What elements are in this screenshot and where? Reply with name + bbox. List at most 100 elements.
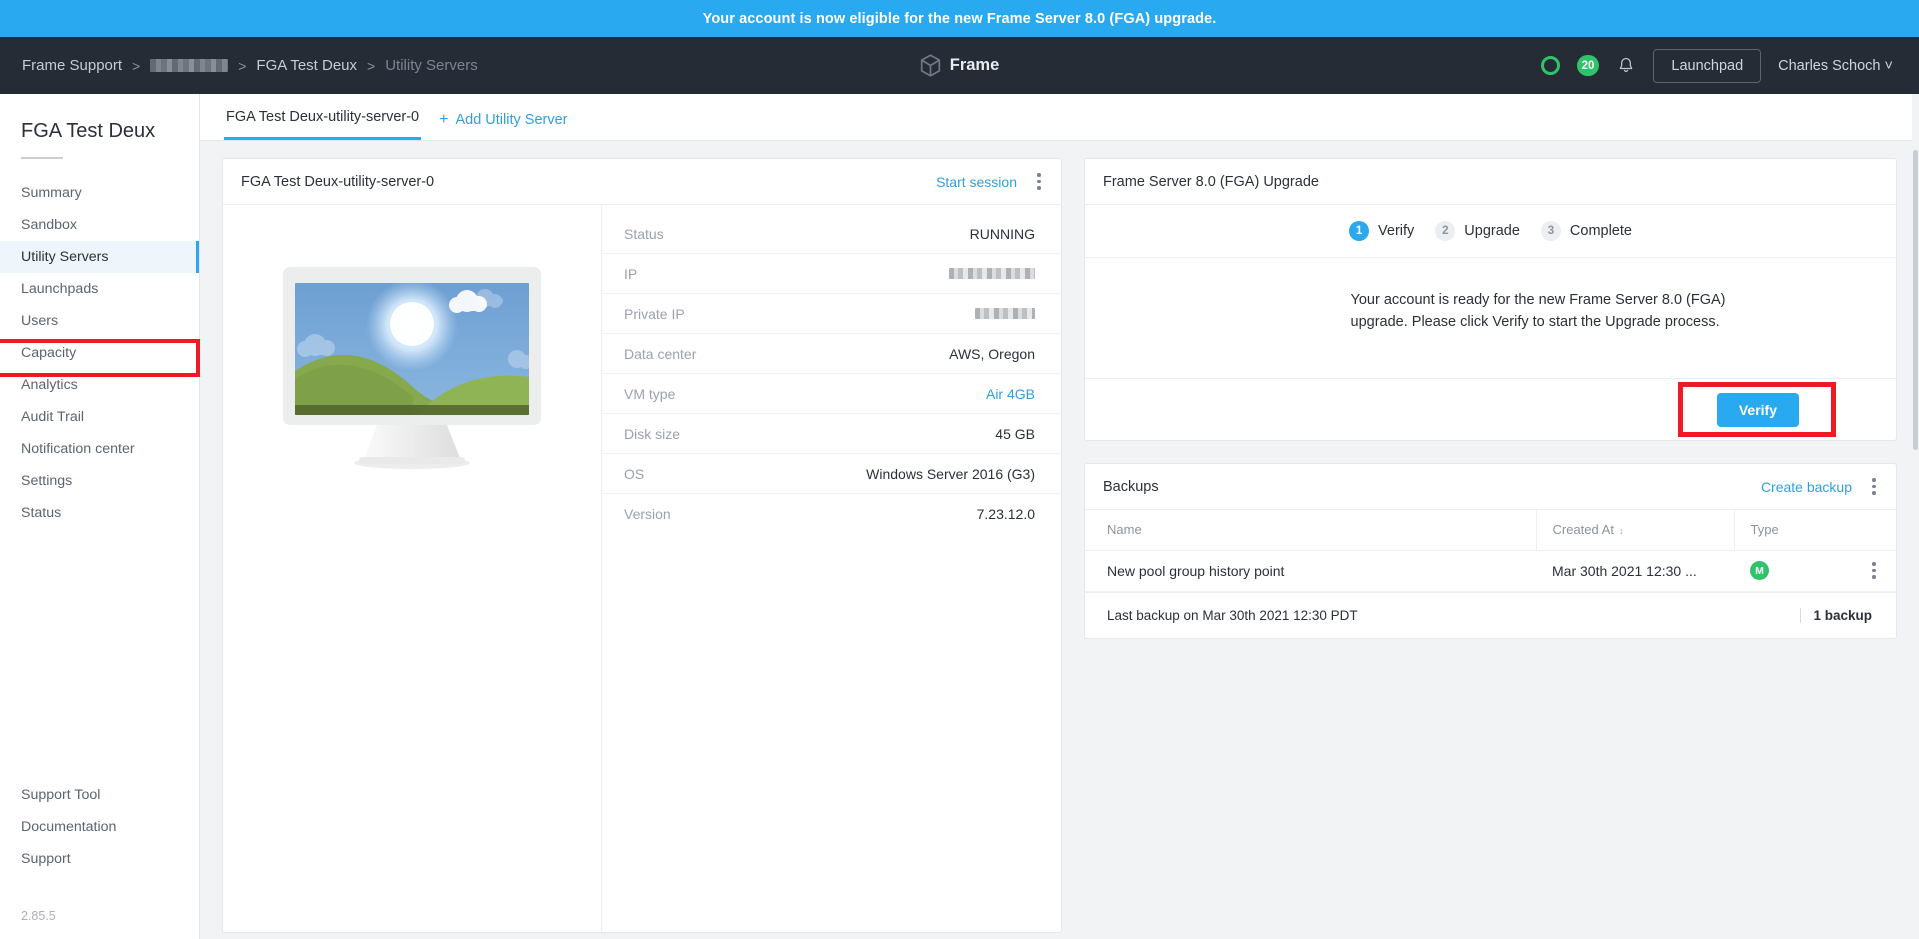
backups-table: Name Created At ↕ Type New pool group his… <box>1085 510 1896 592</box>
backups-card-actions: Create backup <box>1761 478 1882 496</box>
breadcrumb-item-frame-support[interactable]: Frame Support <box>22 57 122 74</box>
step-upgrade[interactable]: 2 Upgrade <box>1429 221 1526 241</box>
sidebar-item-sandbox[interactable]: Sandbox <box>0 209 199 241</box>
cube-icon <box>920 54 940 77</box>
backup-row-kebab-icon[interactable] <box>1866 562 1882 580</box>
table-row[interactable]: New pool group history point Mar 30th 20… <box>1085 550 1896 592</box>
spec-row-version: Version 7.23.12.0 <box>602 494 1061 534</box>
sidebar-item-launchpads[interactable]: Launchpads <box>0 273 199 305</box>
status-ring-icon[interactable] <box>1540 56 1560 75</box>
breadcrumb-separator: > <box>132 57 141 74</box>
sidebar-title: FGA Test Deux <box>21 120 156 142</box>
sidebar-item-notification-center[interactable]: Notification center <box>0 433 199 465</box>
spec-value: 7.23.12.0 <box>976 506 1035 522</box>
sidebar-item-summary[interactable]: Summary <box>0 177 199 209</box>
app-shell: FGA Test Deux Summary Sandbox Utility Se… <box>0 94 1919 939</box>
sidebar-item-settings[interactable]: Settings <box>0 465 199 497</box>
scrollbar-thumb[interactable] <box>1913 150 1918 450</box>
step-number: 1 <box>1349 221 1370 241</box>
column-header-actions <box>1844 510 1896 551</box>
breadcrumb-separator: > <box>238 57 247 74</box>
backups-card-header: Backups Create backup <box>1085 464 1896 510</box>
sidebar-item-support[interactable]: Support <box>0 843 199 875</box>
user-name: Charles Schoch <box>1778 57 1881 74</box>
server-card-title: FGA Test Deux-utility-server-0 <box>241 173 435 190</box>
spec-key: VM type <box>624 385 676 402</box>
step-verify[interactable]: 1 Verify <box>1343 221 1420 241</box>
upgrade-instruction-text: Your account is ready for the new Frame … <box>1350 292 1726 330</box>
breadcrumb-item-redacted[interactable] <box>150 59 229 72</box>
top-header-bar: Frame Support > > FGA Test Deux > Utilit… <box>0 37 1919 94</box>
server-thumbnail <box>223 205 601 932</box>
breadcrumb-item-fga-test-deux[interactable]: FGA Test Deux <box>256 57 357 74</box>
right-column: Frame Server 8.0 (FGA) Upgrade 1 Verify … <box>1084 158 1897 639</box>
sort-caret-icon: ↕ <box>1618 526 1624 537</box>
add-utility-server-button[interactable]: + Add Utility Server <box>439 112 567 140</box>
sidebar-item-capacity[interactable]: Capacity <box>0 337 199 369</box>
bell-icon[interactable] <box>1616 56 1636 76</box>
spec-row-status: Status RUNNING <box>602 214 1061 254</box>
brand-name: Frame <box>949 56 1000 74</box>
server-spec-list: Status RUNNING IP Private IP Data center… <box>601 205 1061 932</box>
sidebar-version-label: 2.85.5 <box>21 909 56 923</box>
spec-key: Disk size <box>624 425 681 442</box>
spec-value: RUNNING <box>969 225 1035 242</box>
announcement-text: Your account is now eligible for the new… <box>702 10 1217 27</box>
server-card-header: FGA Test Deux-utility-server-0 Start ses… <box>223 159 1061 205</box>
user-menu[interactable]: Charles Schoch ˅ <box>1778 58 1893 74</box>
launchpad-button[interactable]: Launchpad <box>1653 48 1762 83</box>
backups-card-kebab-icon[interactable] <box>1866 478 1882 496</box>
footer-divider <box>1800 607 1802 623</box>
frame-logo: Frame <box>875 54 1045 77</box>
spec-value-vm-type-link[interactable]: Air 4GB <box>986 386 1035 402</box>
sidebar-item-support-tool[interactable]: Support Tool <box>0 779 199 811</box>
spec-key: Private IP <box>624 305 685 322</box>
spec-key: OS <box>624 465 645 482</box>
breadcrumb: Frame Support > > FGA Test Deux > Utilit… <box>22 57 478 74</box>
spec-row-data-center: Data center AWS, Oregon <box>602 334 1061 374</box>
create-backup-link[interactable]: Create backup <box>1761 479 1852 495</box>
server-card-body: Status RUNNING IP Private IP Data center… <box>223 205 1061 932</box>
server-card-kebab-icon[interactable] <box>1031 173 1047 191</box>
sidebar-item-analytics[interactable]: Analytics <box>0 369 199 401</box>
sidebar: FGA Test Deux Summary Sandbox Utility Se… <box>0 94 200 939</box>
frame-server-upgrade-card: Frame Server 8.0 (FGA) Upgrade 1 Verify … <box>1084 158 1897 441</box>
utility-server-card: FGA Test Deux-utility-server-0 Start ses… <box>222 158 1062 933</box>
notification-count-badge[interactable]: 20 <box>1576 55 1600 76</box>
sidebar-item-utility-servers[interactable]: Utility Servers <box>0 241 199 273</box>
upgrade-card-header: Frame Server 8.0 (FGA) Upgrade <box>1085 159 1896 205</box>
verify-button[interactable]: Verify <box>1716 392 1799 427</box>
step-label: Upgrade <box>1464 223 1520 239</box>
spec-row-os: OS Windows Server 2016 (G3) <box>602 454 1061 494</box>
vertical-scrollbar[interactable] <box>1912 94 1919 939</box>
tab-utility-server-0[interactable]: FGA Test Deux-utility-server-0 <box>224 109 422 140</box>
spec-row-vm-type: VM type Air 4GB <box>602 374 1061 414</box>
step-label: Complete <box>1569 223 1632 239</box>
column-header-created-at[interactable]: Created At ↕ <box>1535 510 1734 551</box>
sidebar-item-documentation[interactable]: Documentation <box>0 811 199 843</box>
step-number: 3 <box>1540 221 1561 241</box>
sidebar-item-status[interactable]: Status <box>0 497 199 529</box>
step-complete[interactable]: 3 Complete <box>1535 221 1638 241</box>
breadcrumb-separator: > <box>367 57 376 74</box>
spec-key: Status <box>624 225 664 242</box>
upgrade-card-body: Your account is ready for the new Frame … <box>1085 258 1896 378</box>
spec-row-ip: IP <box>602 254 1061 294</box>
chevron-down-icon: ˅ <box>1884 57 1893 74</box>
spec-value-redacted <box>949 268 1035 279</box>
spec-value-redacted <box>975 308 1035 319</box>
spec-row-private-ip: Private IP <box>602 294 1061 334</box>
add-utility-server-label: Add Utility Server <box>455 112 568 128</box>
sidebar-item-audit-trail[interactable]: Audit Trail <box>0 401 199 433</box>
spec-key: Data center <box>624 345 697 362</box>
backups-card: Backups Create backup Name Created At ↕ … <box>1084 463 1897 639</box>
desktop-monitor-illustration <box>283 267 541 469</box>
backups-card-footer: Last backup on Mar 30th 2021 12:30 PDT 1… <box>1085 591 1896 638</box>
backup-created-at-cell: Mar 30th 2021 12:30 ... <box>1536 550 1734 592</box>
content-area: FGA Test Deux-utility-server-0 Start ses… <box>200 141 1919 939</box>
start-session-link[interactable]: Start session <box>936 174 1017 190</box>
last-backup-note: Last backup on Mar 30th 2021 12:30 PDT <box>1107 607 1358 623</box>
sidebar-item-users[interactable]: Users <box>0 305 199 337</box>
main-content: FGA Test Deux-utility-server-0 + Add Uti… <box>200 94 1919 939</box>
